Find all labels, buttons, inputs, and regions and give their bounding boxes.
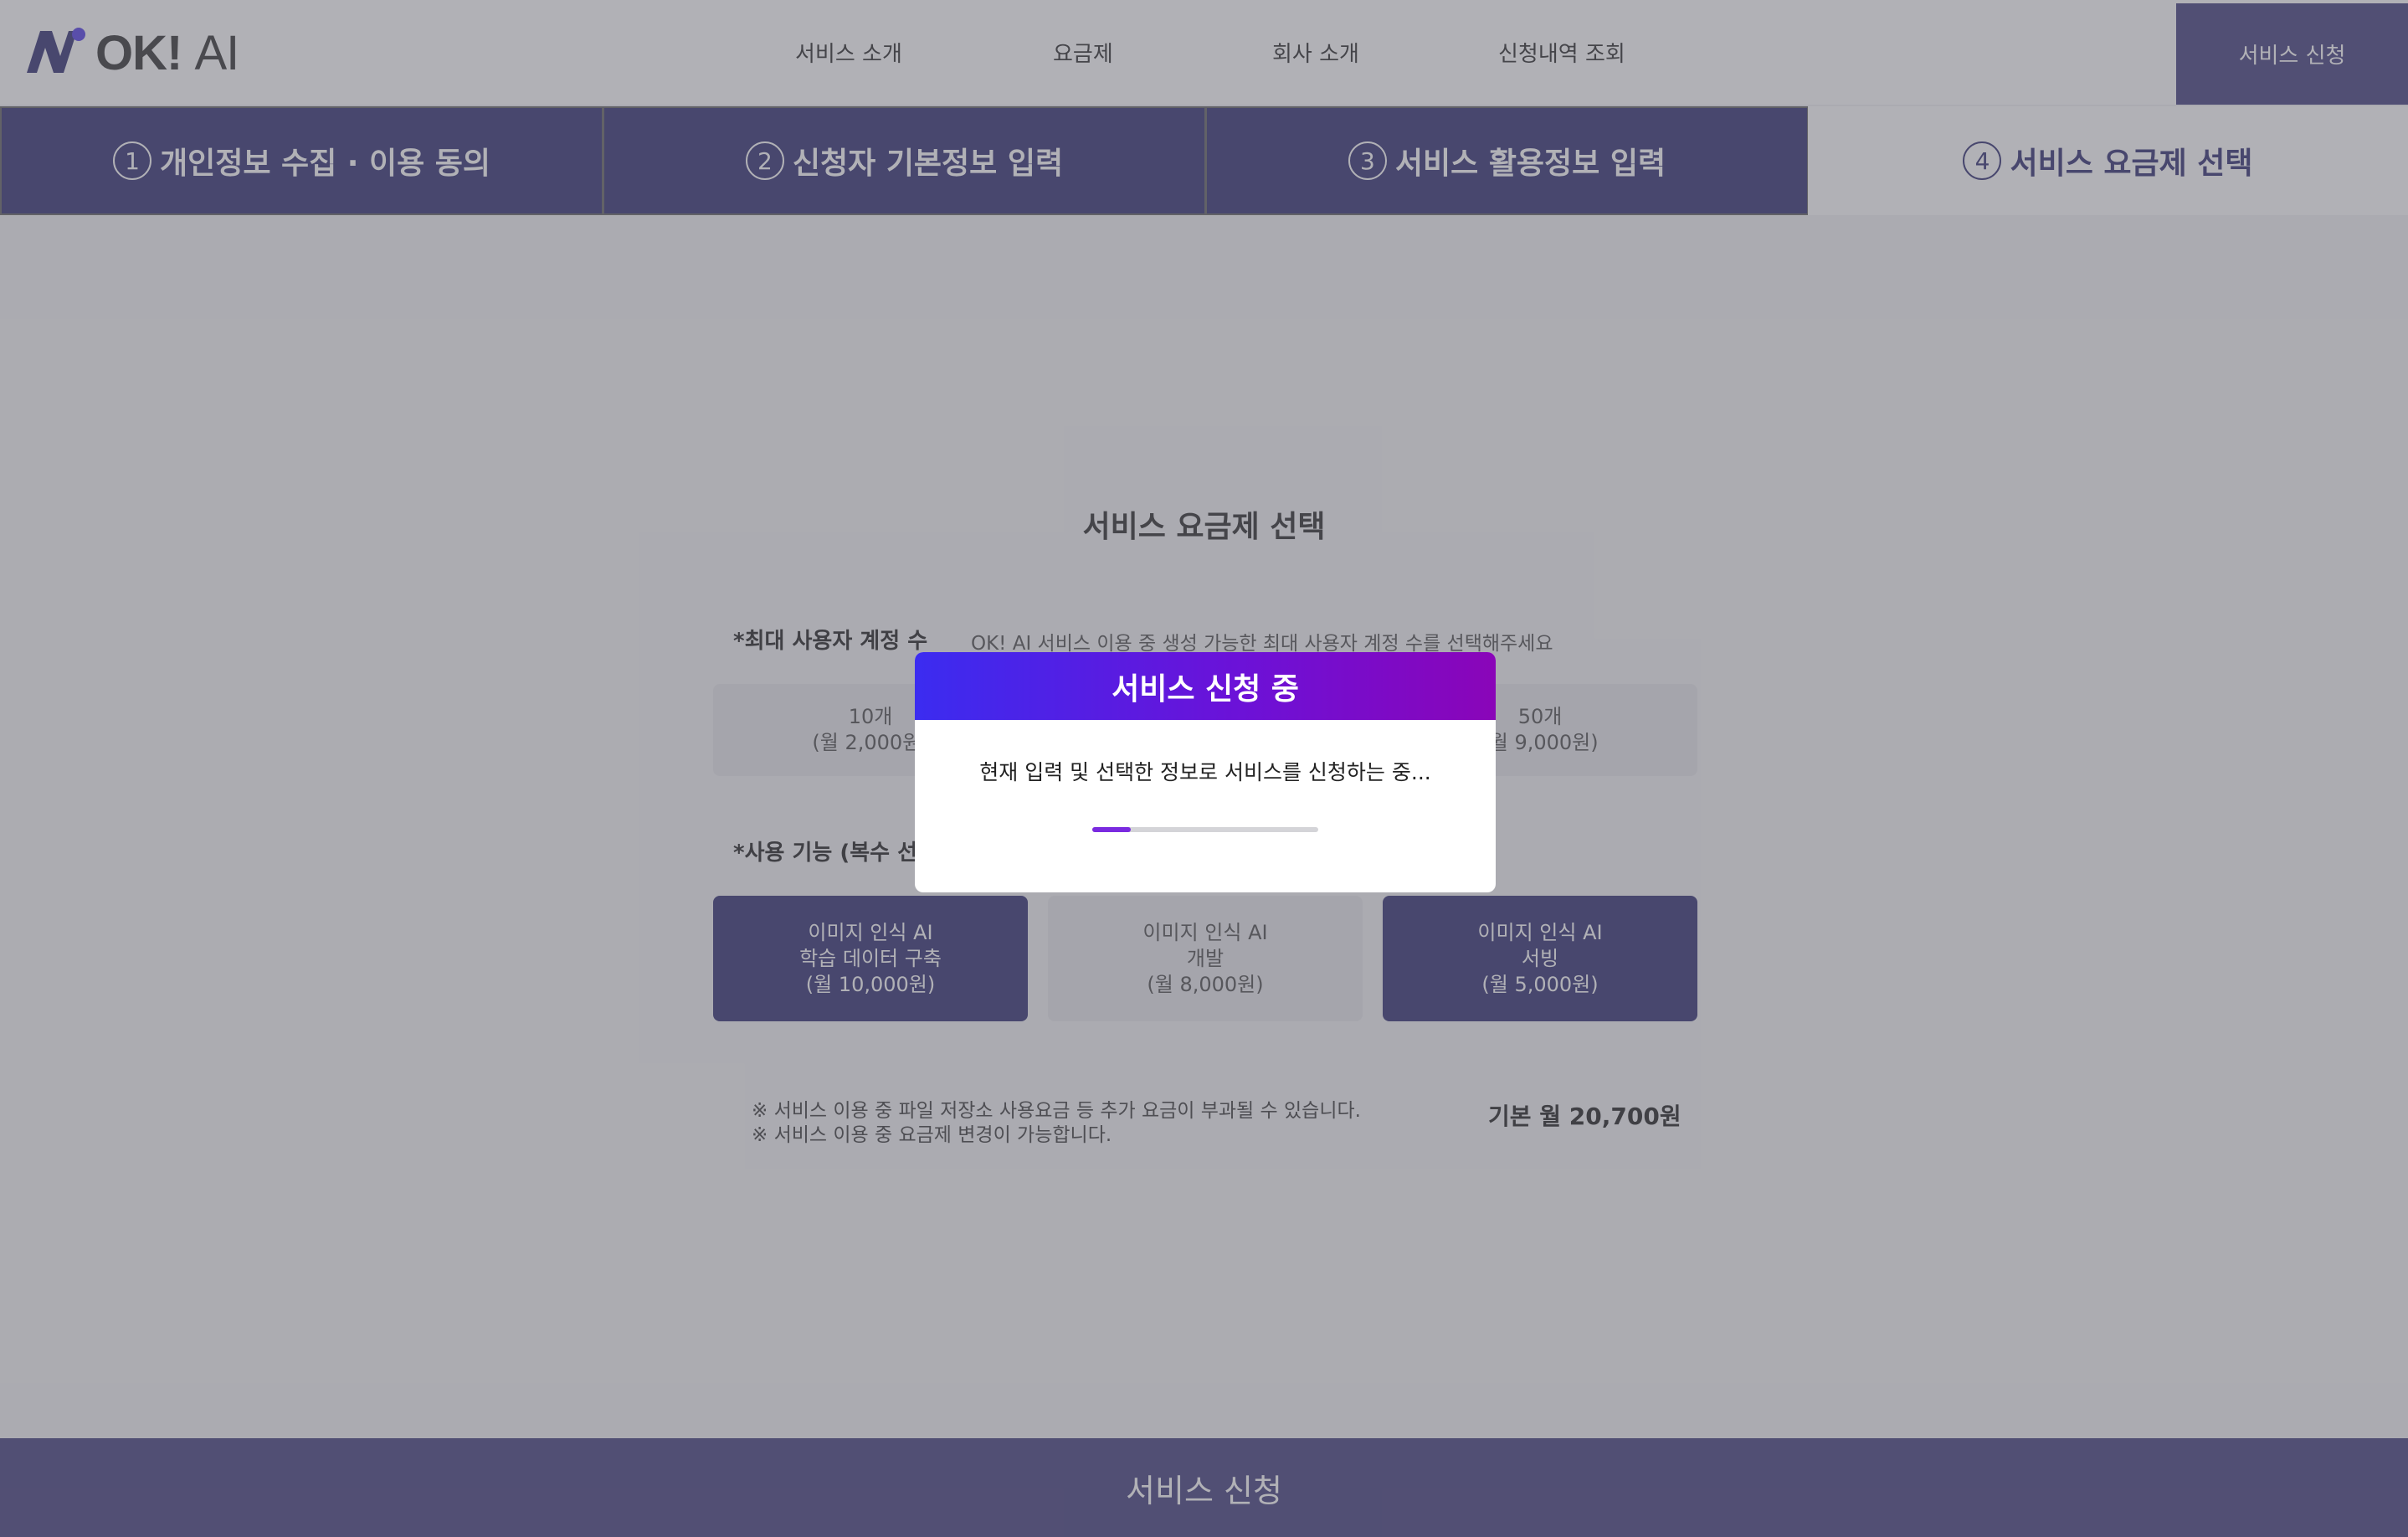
progress-bar (1092, 827, 1318, 832)
progress-fill (1092, 827, 1131, 832)
modal-title: 서비스 신청 중 (915, 652, 1496, 720)
applying-modal: 서비스 신청 중 현재 입력 및 선택한 정보로 서비스를 신청하는 중... (915, 652, 1496, 892)
modal-message: 현재 입력 및 선택한 정보로 서비스를 신청하는 중... (979, 760, 1431, 784)
